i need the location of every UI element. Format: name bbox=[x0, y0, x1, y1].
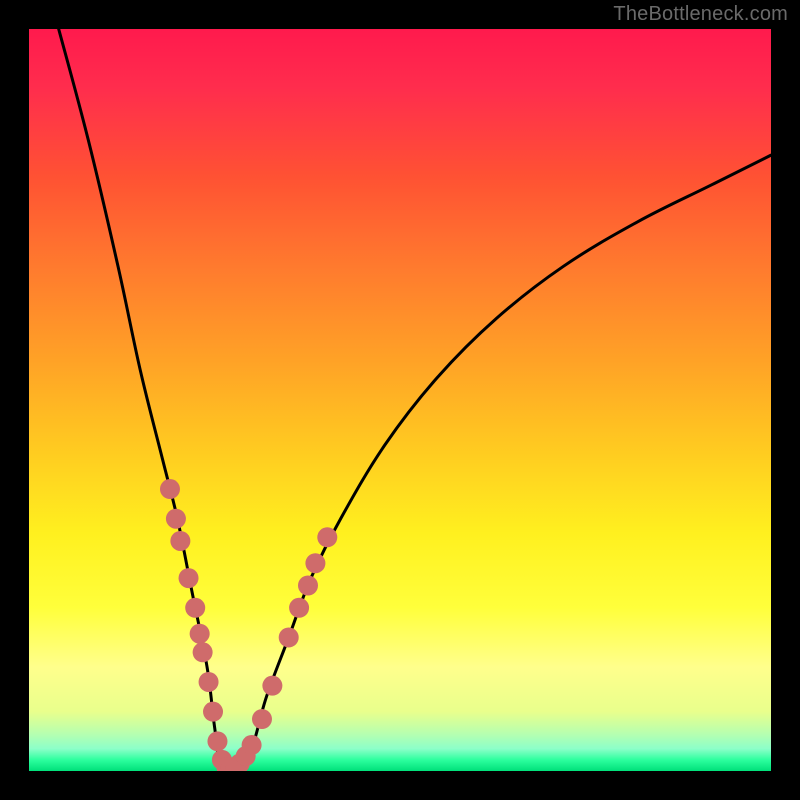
marker-dot bbox=[190, 624, 210, 644]
marker-dot bbox=[193, 642, 213, 662]
watermark-text: TheBottleneck.com bbox=[613, 3, 788, 26]
marker-dot bbox=[185, 598, 205, 618]
marker-dot bbox=[160, 479, 180, 499]
marker-dot bbox=[305, 553, 325, 573]
marker-dot bbox=[203, 702, 223, 722]
marker-dot bbox=[242, 735, 262, 755]
marker-dot bbox=[252, 709, 272, 729]
bottleneck-chart-svg bbox=[29, 29, 771, 771]
highlighted-points-group bbox=[160, 479, 337, 771]
marker-dot bbox=[207, 731, 227, 751]
marker-dot bbox=[179, 568, 199, 588]
marker-dot bbox=[279, 627, 299, 647]
marker-dot bbox=[199, 672, 219, 692]
marker-dot bbox=[170, 531, 190, 551]
marker-dot bbox=[166, 509, 186, 529]
marker-dot bbox=[289, 598, 309, 618]
marker-dot bbox=[317, 527, 337, 547]
chart-area bbox=[29, 29, 771, 771]
marker-dot bbox=[262, 676, 282, 696]
marker-dot bbox=[298, 576, 318, 596]
bottleneck-curve bbox=[59, 29, 771, 771]
